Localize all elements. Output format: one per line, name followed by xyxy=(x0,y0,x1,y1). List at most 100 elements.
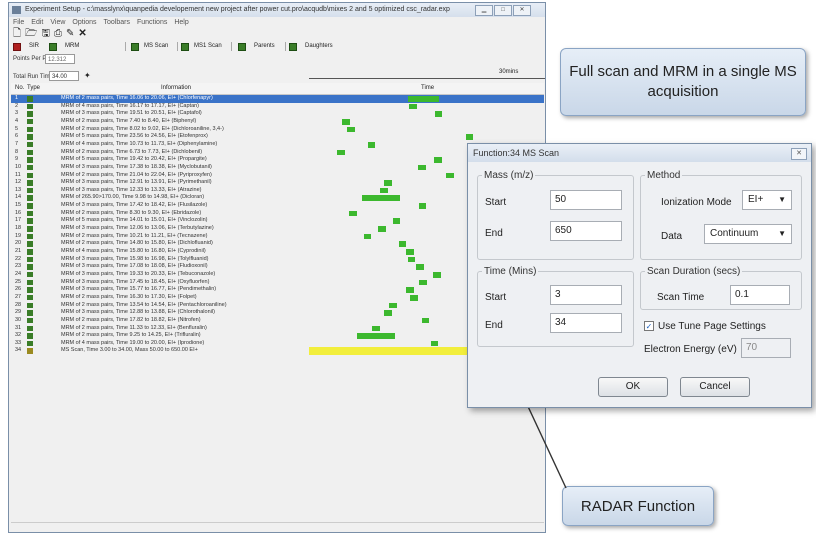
mrm-time-bar[interactable] xyxy=(416,264,424,270)
menu-help[interactable]: Help xyxy=(174,19,188,26)
table-row[interactable]: 2 MRM of 4 mass pairs, Time 16.17 to 17.1… xyxy=(11,103,544,111)
new-file-icon[interactable]: 🗋 xyxy=(13,28,21,40)
minimize-button[interactable]: ▁ xyxy=(475,5,493,16)
table-row[interactable]: 21 MRM of 4 mass pairs, Time 15.80 to 16.… xyxy=(11,248,544,256)
mrm-time-bar[interactable] xyxy=(349,210,357,217)
delete-icon[interactable]: ✕ xyxy=(78,28,86,40)
mrm-time-bar[interactable] xyxy=(407,256,416,263)
table-row[interactable]: 25 MRM of 3 mass pairs, Time 17.45 to 18.… xyxy=(11,279,544,287)
menu-functions[interactable]: Functions xyxy=(137,19,167,26)
close-button[interactable]: ✕ xyxy=(513,5,531,16)
mrm-time-bar[interactable] xyxy=(384,310,392,316)
mrm-time-bar[interactable] xyxy=(362,195,401,202)
mrm-time-bar[interactable] xyxy=(380,187,388,194)
edit-function-icon[interactable]: ✎ xyxy=(66,28,74,40)
menu-edit[interactable]: Edit xyxy=(31,19,43,26)
mrm-time-bar[interactable] xyxy=(356,333,395,339)
table-row[interactable]: 1 MRM of 2 mass pairs, Time 16.06 to 20.0… xyxy=(11,95,544,103)
mrm-time-bar[interactable] xyxy=(406,249,415,255)
mrm-time-bar[interactable] xyxy=(398,241,407,247)
mrm-time-bar[interactable] xyxy=(409,103,417,110)
total-run-time-field[interactable]: 34.00 xyxy=(49,71,79,81)
mrm-time-bar[interactable] xyxy=(337,149,345,156)
table-row[interactable]: 9 MRM of 5 mass pairs, Time 19.42 to 20.4… xyxy=(11,156,544,164)
table-row[interactable]: 19 MRM of 2 mass pairs, Time 10.21 to 11.… xyxy=(11,233,544,241)
mrm-time-bar[interactable] xyxy=(434,111,443,117)
mrm-time-bar[interactable] xyxy=(419,279,427,286)
print-icon[interactable]: ⎙ xyxy=(54,28,62,40)
zoom-arrows-icon[interactable]: ✦ xyxy=(84,71,91,80)
maximize-button[interactable]: □ xyxy=(494,5,512,16)
daughters-button[interactable]: Daughters xyxy=(289,41,333,52)
mrm-time-bar[interactable] xyxy=(347,126,355,133)
table-row[interactable]: 12 MRM of 3 mass pairs, Time 12.91 to 13.… xyxy=(11,179,544,187)
time-start-input[interactable]: 3 xyxy=(550,285,622,305)
table-row[interactable]: 16 MRM of 2 mass pairs, Time 8.30 to 9.30… xyxy=(11,210,544,218)
menu-options[interactable]: Options xyxy=(72,19,96,26)
mrm-time-bar[interactable] xyxy=(408,96,439,102)
mrm-time-bar[interactable] xyxy=(372,325,381,332)
mrm-time-bar[interactable] xyxy=(406,287,414,293)
dialog-close-button[interactable]: ✕ xyxy=(791,148,807,160)
table-row[interactable]: 29 MRM of 3 mass pairs, Time 12.88 to 13.… xyxy=(11,309,544,317)
table-row[interactable]: 26 MRM of 3 mass pairs, Time 15.77 to 16.… xyxy=(11,286,544,294)
mrm-time-bar[interactable] xyxy=(377,226,386,232)
mrm-time-bar[interactable] xyxy=(392,218,401,225)
table-row[interactable]: 15 MRM of 3 mass pairs, Time 17.42 to 18.… xyxy=(11,202,544,210)
ok-button[interactable]: OK xyxy=(598,377,668,397)
mrm-time-bar[interactable] xyxy=(433,271,441,278)
mrm-time-bar[interactable] xyxy=(421,317,430,324)
table-row[interactable]: 30 MRM of 2 mass pairs, Time 17.82 to 18.… xyxy=(11,317,544,325)
table-row[interactable]: 32 MRM of 2 mass pairs, Time 9.25 to 14.2… xyxy=(11,332,544,340)
cancel-button[interactable]: Cancel xyxy=(680,377,750,397)
mrm-time-bar[interactable] xyxy=(384,180,393,186)
table-row[interactable]: 17 MRM of 5 mass pairs, Time 14.01 to 15.… xyxy=(11,217,544,225)
table-row[interactable]: 5 MRM of 2 mass pairs, Time 8.02 to 9.02,… xyxy=(11,126,544,134)
table-row[interactable]: 34 MS Scan, Time 3.00 to 34.00, Mass 50.0… xyxy=(11,347,544,356)
ms1-scan-button[interactable]: MS1 Scan xyxy=(181,41,222,52)
mass-end-input[interactable]: 650 xyxy=(550,221,622,241)
save-icon[interactable]: 🖫 xyxy=(41,28,50,40)
mrm-time-bar[interactable] xyxy=(363,233,372,240)
table-row[interactable]: 14 MRM of 265.90>170.00, Time 9.98 to 14.… xyxy=(11,194,544,202)
table-row[interactable]: 31 MRM of 2 mass pairs, Time 11.33 to 12.… xyxy=(11,325,544,333)
table-row[interactable]: 11 MRM of 2 mass pairs, Time 21.04 to 22.… xyxy=(11,172,544,180)
mass-start-input[interactable]: 50 xyxy=(550,190,622,210)
ionization-mode-select[interactable]: EI+ ▼ xyxy=(742,190,792,210)
time-end-input[interactable]: 34 xyxy=(550,313,622,333)
table-row[interactable]: 3 MRM of 3 mass pairs, Time 19.51 to 20.5… xyxy=(11,110,544,118)
table-row[interactable]: 24 MRM of 3 mass pairs, Time 19.33 to 20.… xyxy=(11,271,544,279)
table-row[interactable]: 28 MRM of 2 mass pairs, Time 13.54 to 14.… xyxy=(11,302,544,310)
table-row[interactable]: 8 MRM of 2 mass pairs, Time 6.73 to 7.73,… xyxy=(11,149,544,157)
menu-view[interactable]: View xyxy=(50,19,65,26)
mrm-time-bar[interactable] xyxy=(430,340,439,347)
table-row[interactable]: 27 MRM of 2 mass pairs, Time 16.30 to 17.… xyxy=(11,294,544,302)
table-row[interactable]: 7 MRM of 4 mass pairs, Time 10.73 to 11.7… xyxy=(11,141,544,149)
mrm-time-bar[interactable] xyxy=(418,164,427,171)
scan-time-input[interactable]: 0.1 xyxy=(730,285,790,305)
mrm-time-bar[interactable] xyxy=(410,294,418,301)
use-tune-page-checkbox[interactable]: ✓ xyxy=(644,321,654,331)
table-row[interactable]: 18 MRM of 3 mass pairs, Time 12.06 to 13.… xyxy=(11,225,544,233)
table-row[interactable]: 20 MRM of 2 mass pairs, Time 14.80 to 15.… xyxy=(11,240,544,248)
mrm-time-bar[interactable] xyxy=(367,141,376,148)
mrm-time-bar[interactable] xyxy=(434,157,442,163)
parents-button[interactable]: Parents xyxy=(238,41,275,52)
sir-button[interactable]: SIR xyxy=(13,41,39,52)
table-row[interactable]: 6 MRM of 5 mass pairs, Time 23.56 to 24.5… xyxy=(11,133,544,141)
table-row[interactable]: 10 MRM of 3 mass pairs, Time 17.38 to 18.… xyxy=(11,164,544,172)
table-row[interactable]: 23 MRM of 3 mass pairs, Time 17.08 to 18.… xyxy=(11,263,544,271)
mrm-time-bar[interactable] xyxy=(446,172,454,179)
menu-toolbars[interactable]: Toolbars xyxy=(104,19,130,26)
table-row[interactable]: 4 MRM of 2 mass pairs, Time 7.40 to 8.40,… xyxy=(11,118,544,126)
data-mode-select[interactable]: Continuum ▼ xyxy=(704,224,792,244)
mrm-time-bar[interactable] xyxy=(389,302,397,309)
table-row[interactable]: 22 MRM of 3 mass pairs, Time 15.98 to 16.… xyxy=(11,256,544,264)
open-folder-icon[interactable]: 🗁 xyxy=(25,28,37,40)
mrm-time-bar[interactable] xyxy=(418,203,427,209)
table-row[interactable]: 13 MRM of 3 mass pairs, Time 12.33 to 13.… xyxy=(11,187,544,195)
table-row[interactable]: 33 MRM of 4 mass pairs, Time 19.00 to 20.… xyxy=(11,340,544,348)
menu-file[interactable]: File xyxy=(13,19,24,26)
mrm-time-bar[interactable] xyxy=(342,118,351,125)
ms-scan-button[interactable]: MS Scan xyxy=(131,41,168,52)
